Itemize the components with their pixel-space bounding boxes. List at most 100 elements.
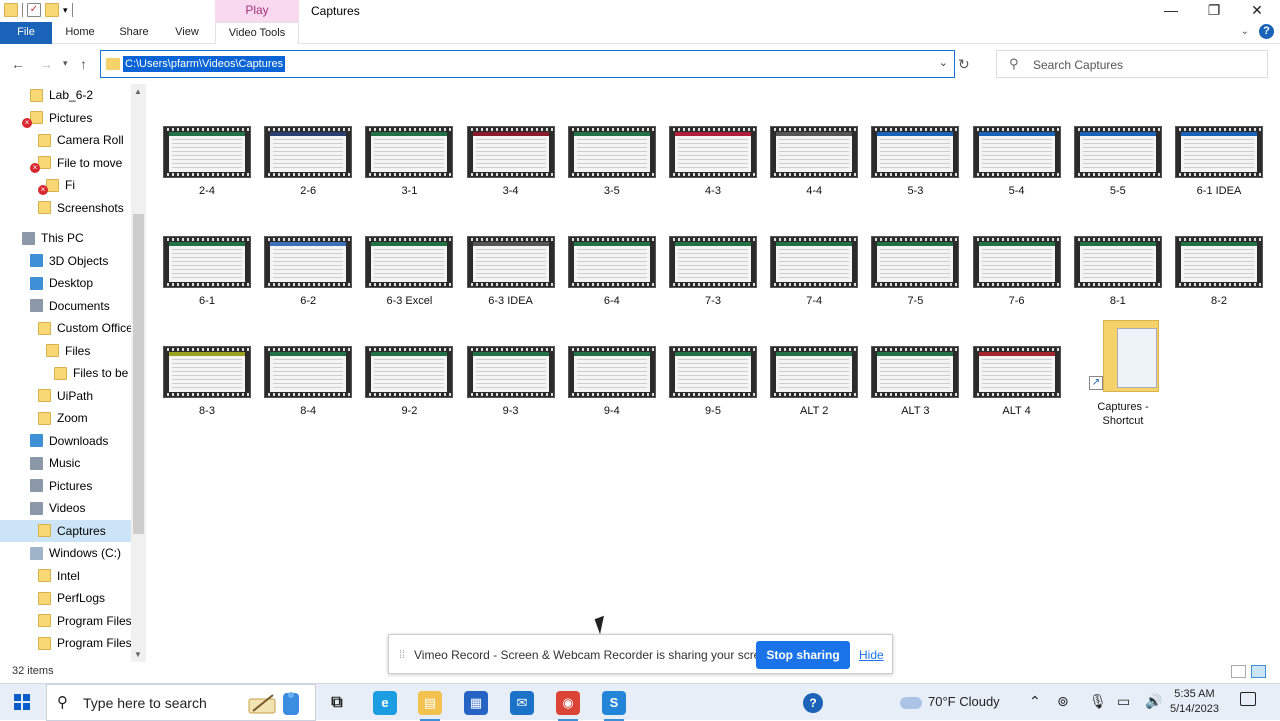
nav-item[interactable]: Desktop: [0, 272, 131, 294]
clock[interactable]: 5:35 AM 5/14/2023: [1170, 687, 1219, 717]
file-item-6-2[interactable]: 6-2: [260, 236, 356, 308]
nav-item[interactable]: Documents: [0, 295, 131, 317]
taskbar-search-box[interactable]: ⚲ Type here to search: [46, 684, 316, 721]
show-hidden-icons-icon[interactable]: ⌃: [1029, 693, 1041, 710]
nav-item[interactable]: Lab_6-2: [0, 84, 131, 106]
drag-handle-icon[interactable]: ⁞⁞: [399, 649, 405, 661]
file-item-6-3-excel[interactable]: 6-3 Excel: [361, 236, 457, 308]
edge-icon[interactable]: e: [373, 691, 397, 715]
file-item-6-1[interactable]: 6-1: [159, 236, 255, 308]
nav-item[interactable]: PerfLogs: [0, 587, 131, 609]
notifications-icon[interactable]: [1240, 692, 1256, 706]
file-item-3-5[interactable]: 3-5: [564, 126, 660, 198]
file-item-3-4[interactable]: 3-4: [463, 126, 559, 198]
file-item-9-2[interactable]: 9-2: [361, 346, 457, 418]
battery-icon[interactable]: ▭: [1117, 693, 1130, 710]
weather-widget[interactable]: 70°F Cloudy: [900, 694, 1000, 709]
file-item-8-1[interactable]: 8-1: [1070, 236, 1166, 308]
mail-icon[interactable]: ✉: [510, 691, 534, 715]
file-item-alt-4[interactable]: ALT 4: [969, 346, 1065, 418]
nav-item[interactable]: Custom Office: [0, 317, 131, 339]
back-arrow-icon[interactable]: ←: [11, 56, 25, 72]
refresh-icon[interactable]: ↻: [958, 56, 970, 73]
file-item-5-4[interactable]: 5-4: [969, 126, 1065, 198]
file-item-6-4[interactable]: 6-4: [564, 236, 660, 308]
file-item-alt-2[interactable]: ALT 2: [766, 346, 862, 418]
file-item-4-4[interactable]: 4-4: [766, 126, 862, 198]
help-icon[interactable]: ?: [1259, 24, 1274, 39]
large-icons-view-icon[interactable]: [1251, 665, 1266, 678]
nav-item[interactable]: UiPath: [0, 385, 131, 407]
scrollbar-thumb[interactable]: [133, 214, 144, 534]
windows-start-icon[interactable]: [14, 694, 30, 710]
file-item-6-3-idea[interactable]: 6-3 IDEA: [463, 236, 559, 308]
new-folder-icon[interactable]: [45, 3, 59, 17]
properties-icon[interactable]: ✓: [27, 3, 41, 17]
file-item-7-5[interactable]: 7-5: [867, 236, 963, 308]
file-item-2-4[interactable]: 2-4: [159, 126, 255, 198]
details-view-icon[interactable]: [1231, 665, 1246, 678]
address-path[interactable]: C:\Users\pfarm\Videos\Captures: [123, 56, 286, 72]
file-item-4-3[interactable]: 4-3: [665, 126, 761, 198]
file-item-6-1-idea[interactable]: 6-1 IDEA: [1171, 126, 1267, 198]
nav-item[interactable]: Fi: [0, 174, 131, 196]
tab-share[interactable]: Share: [110, 22, 158, 44]
minimize-button[interactable]: —: [1149, 0, 1193, 22]
file-item-5-3[interactable]: 5-3: [867, 126, 963, 198]
chevron-down-icon[interactable]: ⌄: [939, 56, 948, 69]
file-item-7-3[interactable]: 7-3: [665, 236, 761, 308]
file-item-alt-3[interactable]: ALT 3: [867, 346, 963, 418]
chrome-icon[interactable]: ◉: [556, 691, 580, 721]
search-placeholder[interactable]: Search Captures: [1033, 58, 1123, 72]
file-item-captures-shortcut[interactable]: ↗ Captures - Shortcut: [1075, 320, 1171, 428]
file-item-8-4[interactable]: 8-4: [260, 346, 356, 418]
app-s-icon[interactable]: S: [602, 691, 626, 721]
taskbar-search-placeholder[interactable]: Type here to search: [83, 695, 207, 711]
address-bar[interactable]: C:\Users\pfarm\Videos\Captures ⌄: [100, 50, 955, 78]
up-arrow-icon[interactable]: ↑: [80, 56, 87, 72]
file-item-9-3[interactable]: 9-3: [463, 346, 559, 418]
nav-item[interactable]: Captures: [0, 519, 131, 542]
nav-item[interactable]: Screenshots: [0, 197, 131, 219]
recent-locations-icon[interactable]: ▾: [63, 58, 68, 69]
nav-item[interactable]: Videos: [0, 497, 131, 519]
nav-item[interactable]: Windows (C:): [0, 542, 131, 564]
help-tips-icon[interactable]: ?: [803, 693, 823, 713]
tab-video-tools[interactable]: Video Tools: [215, 22, 299, 44]
hide-link[interactable]: Hide: [859, 648, 884, 662]
network-icon[interactable]: ⊚: [1057, 693, 1069, 710]
stop-sharing-button[interactable]: Stop sharing: [756, 641, 850, 669]
file-item-7-6[interactable]: 7-6: [969, 236, 1065, 308]
file-item-3-1[interactable]: 3-1: [361, 126, 457, 198]
nav-item[interactable]: 3D Objects: [0, 250, 131, 272]
nav-item[interactable]: Files: [0, 340, 131, 362]
file-item-8-2[interactable]: 8-2: [1171, 236, 1267, 308]
nav-item[interactable]: This PC: [0, 227, 131, 249]
tab-home[interactable]: Home: [56, 22, 104, 44]
expand-ribbon-icon[interactable]: ⌄: [1241, 26, 1249, 37]
nav-item[interactable]: Zoom: [0, 407, 131, 429]
store-icon[interactable]: ▦: [464, 691, 488, 715]
nav-item[interactable]: Intel: [0, 565, 131, 587]
scroll-down-icon[interactable]: ▼: [134, 650, 142, 659]
nav-pane-scrollbar[interactable]: ▲ ▼: [131, 84, 146, 662]
nav-item[interactable]: Files to be n: [0, 362, 131, 384]
microphone-icon[interactable]: 🎙: [1089, 693, 1107, 710]
file-explorer-icon[interactable]: ▤: [418, 691, 442, 721]
nav-item[interactable]: Downloads: [0, 430, 131, 452]
nav-item[interactable]: Camera Roll: [0, 129, 131, 151]
nav-item[interactable]: Program Files (: [0, 632, 131, 654]
nav-item[interactable]: Pictures: [0, 475, 131, 497]
search-box[interactable]: ⚲ Search Captures: [996, 50, 1268, 78]
forward-arrow-icon[interactable]: →: [39, 56, 53, 72]
file-item-2-6[interactable]: 2-6: [260, 126, 356, 198]
file-item-7-4[interactable]: 7-4: [766, 236, 862, 308]
nav-item[interactable]: File to move: [0, 152, 131, 174]
nav-item[interactable]: Pictures: [0, 107, 131, 129]
close-button[interactable]: ✕: [1235, 0, 1279, 22]
nav-item[interactable]: Music: [0, 452, 131, 474]
tab-file[interactable]: File: [0, 22, 52, 44]
file-item-8-3[interactable]: 8-3: [159, 346, 255, 418]
file-item-5-5[interactable]: 5-5: [1070, 126, 1166, 198]
customize-qat-icon[interactable]: ▾: [63, 5, 68, 16]
